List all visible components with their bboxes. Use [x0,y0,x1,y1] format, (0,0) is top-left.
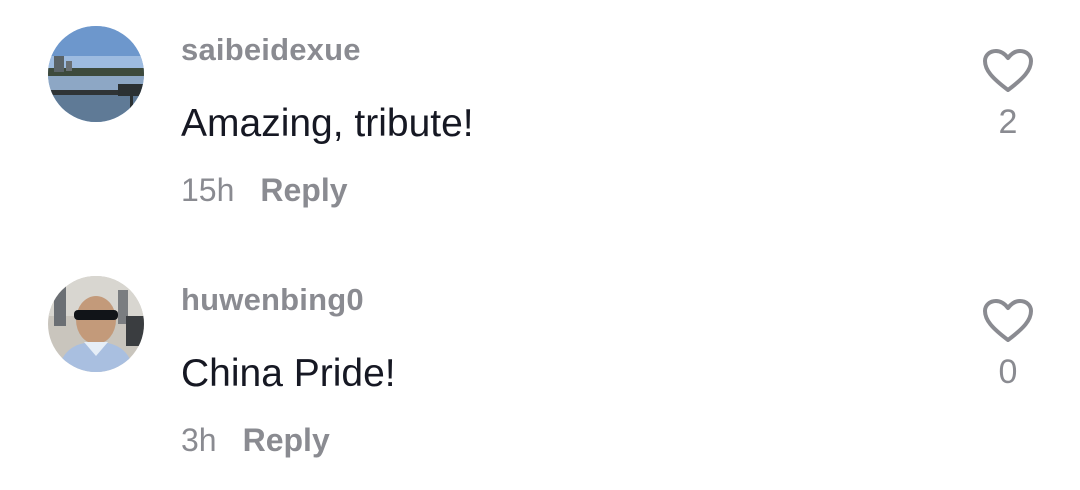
comment-timestamp: 3h [181,421,217,458]
comment-timestamp: 15h [181,171,235,208]
like-button[interactable]: 0 [978,298,1038,392]
reply-button[interactable]: Reply [243,422,330,459]
avatar[interactable] [48,26,144,122]
comment-text: Amazing, tribute! [181,102,474,145]
comment-text: China Pride! [181,352,396,395]
man-with-sunglasses-photo [48,276,144,372]
comment-item: huwenbing0 China Pride! 3h Reply 0 [0,250,1080,490]
avatar[interactable] [48,276,144,372]
comment-item: saibeidexue Amazing, tribute! 15h Reply … [0,0,1080,240]
like-button[interactable]: 2 [978,48,1038,142]
lake-landscape-photo [48,26,144,122]
comment-username[interactable]: huwenbing0 [181,280,364,320]
comment-meta: 15h Reply [181,170,348,210]
heart-outline-icon [983,299,1033,342]
like-count: 0 [998,353,1018,391]
heart-outline-icon [983,49,1033,92]
comment-meta: 3h Reply [181,420,330,460]
comment-username[interactable]: saibeidexue [181,30,361,70]
like-count: 2 [998,103,1018,141]
reply-button[interactable]: Reply [260,172,347,209]
